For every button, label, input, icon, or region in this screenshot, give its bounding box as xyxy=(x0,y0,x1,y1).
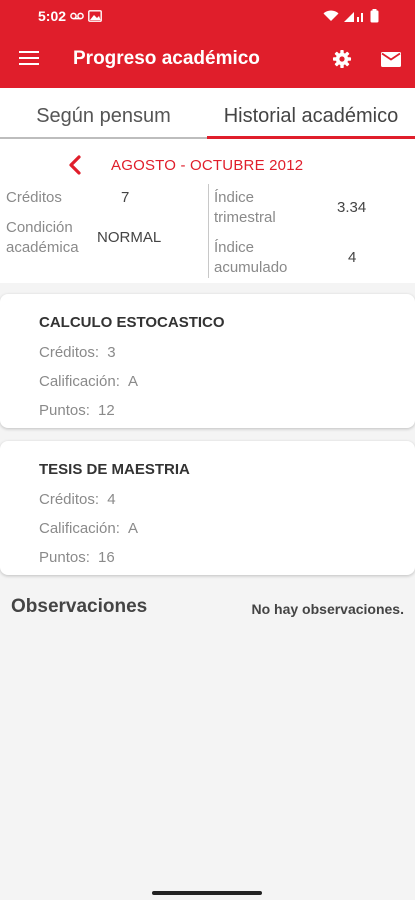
course-calificacion-label: Calificación: xyxy=(39,520,120,537)
course-creditos-value: 3 xyxy=(107,344,116,361)
indice-acumulado-label-line1: Índice xyxy=(214,239,255,256)
course-puntos-value: 12 xyxy=(98,402,115,419)
period-label: AGOSTO - OCTUBRE 2012 xyxy=(111,157,304,174)
observaciones-text: No hay observaciones. xyxy=(251,601,404,617)
course-puntos-row: Puntos: 12 xyxy=(39,402,115,419)
tab-bar: Según pensum Historial académico xyxy=(0,88,415,139)
course-calificacion-row: Calificación: A xyxy=(39,373,138,390)
system-nav-bar xyxy=(0,885,415,900)
indice-trimestral-label-line2: trimestral xyxy=(214,209,276,226)
course-creditos-label: Créditos: xyxy=(39,491,100,508)
chevron-left-icon[interactable] xyxy=(66,154,84,176)
settings-button[interactable] xyxy=(330,47,354,71)
condicion-label-line1: Condición xyxy=(6,219,73,236)
image-icon xyxy=(88,10,102,22)
menu-icon xyxy=(19,50,39,54)
course-calificacion-row: Calificación: A xyxy=(39,520,138,537)
status-bar: 5:02 xyxy=(0,0,415,33)
creditos-value: 7 xyxy=(121,189,130,206)
course-calificacion-value: A xyxy=(128,520,139,537)
course-puntos-label: Puntos: xyxy=(39,402,90,419)
summary-divider xyxy=(208,184,209,278)
period-summary: AGOSTO - OCTUBRE 2012 Créditos 7 Condici… xyxy=(0,139,415,283)
creditos-label: Créditos xyxy=(6,189,62,206)
page-title: Progreso académico xyxy=(73,48,260,69)
indice-trimestral-value: 3.34 xyxy=(337,199,367,216)
gear-icon xyxy=(333,50,351,68)
course-name: CALCULO ESTOCASTICO xyxy=(39,314,225,331)
indice-acumulado-value: 4 xyxy=(348,249,357,266)
home-gesture-handle[interactable] xyxy=(152,891,262,895)
course-puntos-label: Puntos: xyxy=(39,549,90,566)
signal-icon xyxy=(344,12,363,22)
app-bar: 5:02 Progreso académico xyxy=(0,0,415,88)
battery-icon xyxy=(370,9,379,23)
mail-button[interactable] xyxy=(379,47,403,71)
course-puntos-value: 16 xyxy=(98,549,115,566)
course-creditos-row: Créditos: 4 xyxy=(39,491,116,508)
wifi-icon xyxy=(323,10,339,21)
indice-acumulado-label-line2: acumulado xyxy=(214,259,288,276)
course-creditos-value: 4 xyxy=(107,491,116,508)
mail-icon xyxy=(381,52,401,67)
course-calificacion-value: A xyxy=(128,373,139,390)
course-puntos-row: Puntos: 16 xyxy=(39,549,115,566)
course-creditos-row: Créditos: 3 xyxy=(39,344,116,361)
status-time: 5:02 xyxy=(38,8,67,24)
menu-button[interactable] xyxy=(17,47,41,71)
tab-historial-academico[interactable]: Historial académico xyxy=(207,88,415,139)
course-name: TESIS DE MAESTRIA xyxy=(39,461,190,478)
observaciones-title: Observaciones xyxy=(11,596,148,617)
voicemail-icon xyxy=(70,12,84,20)
course-card: TESIS DE MAESTRIA Créditos: 4 Calificaci… xyxy=(0,441,415,575)
tab-segun-pensum[interactable]: Según pensum xyxy=(0,88,207,139)
indice-trimestral-label-line1: Índice xyxy=(214,189,255,206)
course-creditos-label: Créditos: xyxy=(39,344,100,361)
toolbar: Progreso académico xyxy=(0,33,415,88)
course-calificacion-label: Calificación: xyxy=(39,373,120,390)
condicion-value: NORMAL xyxy=(97,229,162,246)
condicion-label-line2: académica xyxy=(6,239,79,256)
course-card: CALCULO ESTOCASTICO Créditos: 3 Califica… xyxy=(0,294,415,428)
